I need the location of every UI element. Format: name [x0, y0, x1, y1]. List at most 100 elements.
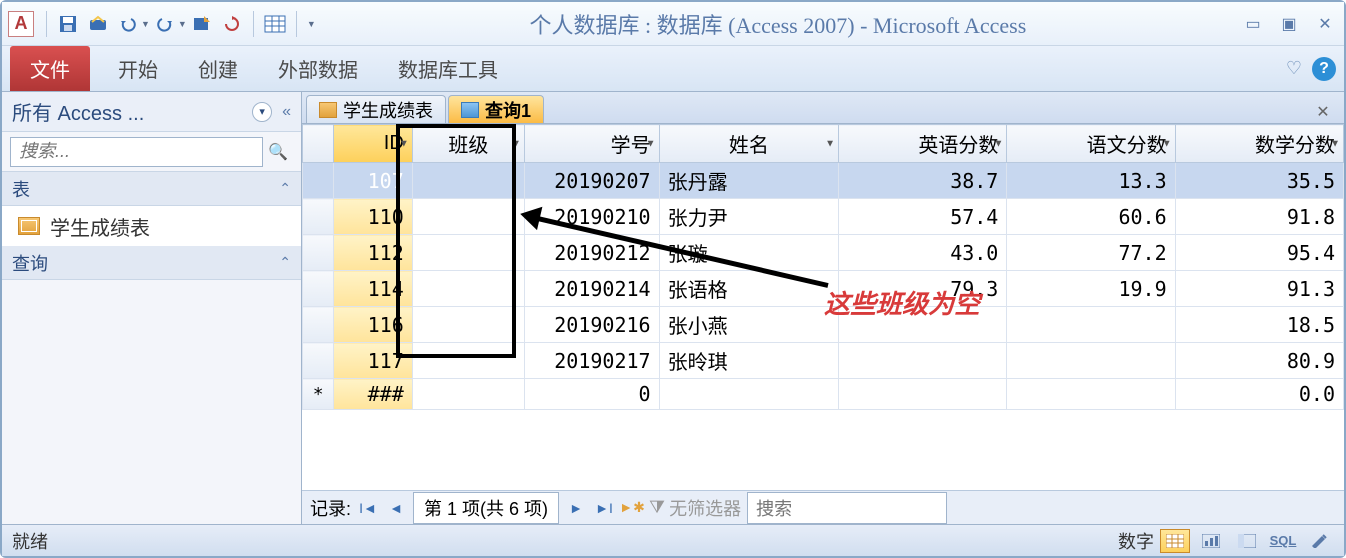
cell-chinese[interactable]: 77.2	[1007, 235, 1175, 271]
col-header-name[interactable]: 姓名▼	[659, 125, 839, 163]
save-icon[interactable]	[55, 11, 81, 37]
dropdown-icon[interactable]: ▼	[825, 138, 835, 149]
cell-name[interactable]: 张小燕	[659, 307, 839, 343]
col-header-chinese[interactable]: 语文分数▼	[1007, 125, 1175, 163]
ribbon-tab-home[interactable]: 开始	[118, 54, 158, 83]
cell-math[interactable]: 0.0	[1175, 379, 1343, 410]
cell-chinese[interactable]	[1007, 343, 1175, 379]
row-selector[interactable]	[303, 307, 334, 343]
table-row[interactable]: 11020190210张力尹57.460.691.8	[303, 199, 1344, 235]
cell-name[interactable]: 张璇	[659, 235, 839, 271]
close-button[interactable]: ✕	[1312, 14, 1338, 34]
qat-customize-icon[interactable]: ▼	[307, 19, 316, 29]
cell-id[interactable]: 112	[334, 235, 413, 271]
redo-dropdown-icon[interactable]: ▼	[178, 19, 187, 29]
table-view-icon[interactable]	[262, 11, 288, 37]
collapse-icon[interactable]: ⌃	[279, 180, 291, 197]
cell-chinese[interactable]	[1007, 307, 1175, 343]
refresh-icon[interactable]	[219, 11, 245, 37]
cell-id[interactable]: 114	[334, 271, 413, 307]
cell-sno[interactable]: 20190207	[524, 163, 659, 199]
dropdown-icon[interactable]: ▼	[399, 138, 409, 149]
cell-math[interactable]: 95.4	[1175, 235, 1343, 271]
cell-id[interactable]: 117	[334, 343, 413, 379]
table-row[interactable]: 114 20190214张语格79.319.991.3	[303, 271, 1344, 307]
table-row[interactable]: 112 20190212张璇43.077.295.4	[303, 235, 1344, 271]
cell-name[interactable]: 张力尹	[659, 199, 839, 235]
cell-english[interactable]: 38.7	[839, 163, 1007, 199]
cell-sno[interactable]: 20190214	[524, 271, 659, 307]
cell-class[interactable]	[412, 235, 524, 271]
pivottable-view-button[interactable]	[1232, 529, 1262, 553]
cell-id[interactable]: 116	[334, 307, 413, 343]
row-selector[interactable]	[303, 235, 334, 271]
pivotchart-view-button[interactable]	[1196, 529, 1226, 553]
select-all-cell[interactable]	[303, 125, 334, 163]
cell-id[interactable]: ###	[334, 379, 413, 410]
recnav-search-input[interactable]: 捜索	[747, 492, 947, 524]
minimize-button[interactable]: ▭	[1240, 14, 1266, 34]
datasheet-view-button[interactable]	[1160, 529, 1190, 553]
navpane-header[interactable]: 所有 Access ... ▾ «	[2, 92, 301, 132]
ribbon-tab-external[interactable]: 外部数据	[278, 54, 358, 83]
undo-icon[interactable]	[115, 11, 141, 37]
tab-query1[interactable]: 查询1	[448, 95, 544, 123]
row-selector[interactable]	[303, 163, 334, 199]
design-view-button[interactable]	[1304, 529, 1334, 553]
cell-english[interactable]: 79.3	[839, 271, 1007, 307]
cell-chinese[interactable]: 19.9	[1007, 271, 1175, 307]
cell-name[interactable]: 张语格	[659, 271, 839, 307]
col-header-id[interactable]: ID▼	[334, 125, 413, 163]
dropdown-icon[interactable]: ▼	[993, 138, 1003, 149]
cell-name[interactable]: 张丹露	[659, 163, 839, 199]
cell-sno[interactable]: 20190210	[524, 199, 659, 235]
cell-chinese[interactable]	[1007, 379, 1175, 410]
search-icon[interactable]: 🔍	[263, 137, 293, 167]
record-position[interactable]: 第 1 项(共 6 项)	[413, 492, 559, 524]
col-header-class[interactable]: 班级▼	[412, 125, 524, 163]
dropdown-icon[interactable]: ▼	[646, 138, 656, 149]
cell-id[interactable]: 107	[334, 163, 413, 199]
cell-class[interactable]	[412, 271, 524, 307]
tab-close-button[interactable]: ✕	[1312, 101, 1334, 123]
qat-export-icon[interactable]	[189, 11, 215, 37]
ribbon-tab-dbtools[interactable]: 数据库工具	[398, 54, 498, 83]
row-selector[interactable]	[303, 199, 334, 235]
cell-math[interactable]: 35.5	[1175, 163, 1343, 199]
table-row[interactable]: 11720190217张昤琪80.9	[303, 343, 1344, 379]
dropdown-icon[interactable]: ▼	[1162, 138, 1172, 149]
cell-name[interactable]	[659, 379, 839, 410]
next-record-button[interactable]: ►	[565, 497, 587, 519]
cell-chinese[interactable]: 13.3	[1007, 163, 1175, 199]
navitem-student-table[interactable]: 学生成绩表	[2, 206, 301, 246]
collapse-icon[interactable]: ⌃	[279, 254, 291, 271]
col-header-math[interactable]: 数学分数▼	[1175, 125, 1343, 163]
cell-math[interactable]: 91.3	[1175, 271, 1343, 307]
navgroup-tables[interactable]: 表 ⌃	[2, 172, 301, 206]
cell-english[interactable]	[839, 379, 1007, 410]
cell-class[interactable]	[412, 163, 524, 199]
row-selector[interactable]	[303, 271, 334, 307]
cell-class[interactable]	[412, 307, 524, 343]
cell-class[interactable]	[412, 379, 524, 410]
cell-chinese[interactable]: 60.6	[1007, 199, 1175, 235]
dropdown-icon[interactable]: ▼	[1330, 138, 1340, 149]
tab-student-table[interactable]: 学生成绩表	[306, 95, 446, 123]
cell-english[interactable]	[839, 307, 1007, 343]
cell-sno[interactable]: 20190217	[524, 343, 659, 379]
dropdown-icon[interactable]: ▼	[511, 138, 521, 149]
redo-icon[interactable]	[152, 11, 178, 37]
navgroup-queries[interactable]: 查询 ⌃	[2, 246, 301, 280]
cell-english[interactable]: 43.0	[839, 235, 1007, 271]
cell-english[interactable]	[839, 343, 1007, 379]
cell-class[interactable]	[412, 199, 524, 235]
col-header-sno[interactable]: 学号▼	[524, 125, 659, 163]
row-selector[interactable]	[303, 343, 334, 379]
new-record-button[interactable]: ►✱	[621, 497, 643, 519]
cell-sno[interactable]: 20190212	[524, 235, 659, 271]
cell-sno[interactable]: 20190216	[524, 307, 659, 343]
cell-sno[interactable]: 0	[524, 379, 659, 410]
col-header-english[interactable]: 英语分数▼	[839, 125, 1007, 163]
cell-math[interactable]: 18.5	[1175, 307, 1343, 343]
ribbon-collapse-icon[interactable]: ♡	[1286, 58, 1302, 79]
